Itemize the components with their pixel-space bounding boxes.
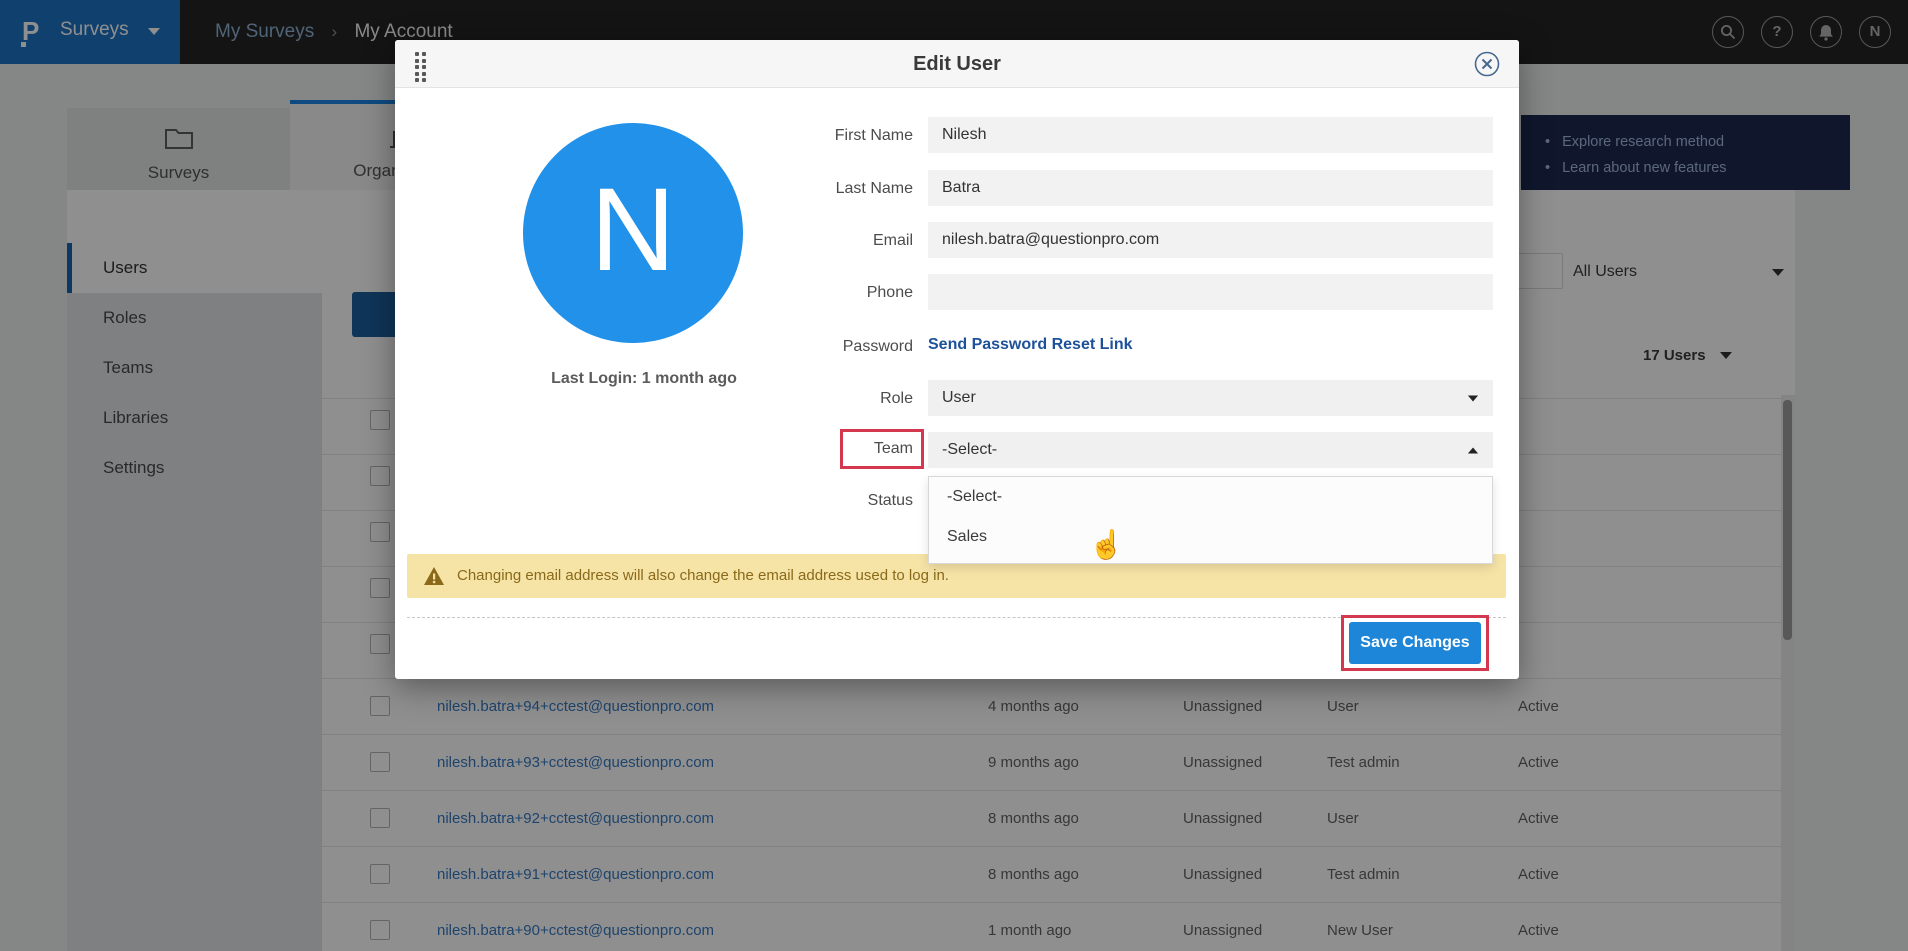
team-select[interactable]: -Select-	[928, 432, 1493, 468]
edit-user-modal: Edit User N Last Login: 1 month ago Firs…	[395, 40, 1519, 679]
warning-text: Changing email address will also change …	[457, 567, 949, 584]
chevron-down-icon	[1468, 396, 1478, 402]
last-name-field[interactable]	[928, 170, 1493, 206]
save-changes-button[interactable]: Save Changes	[1349, 622, 1481, 664]
last-login-text: Last Login: 1 month ago	[494, 370, 794, 388]
drag-handle-icon[interactable]	[415, 52, 426, 82]
email-label: Email	[713, 232, 913, 250]
close-icon[interactable]	[1473, 50, 1501, 78]
email-field[interactable]	[928, 222, 1493, 258]
modal-title: Edit User	[395, 40, 1519, 88]
role-select[interactable]: User	[928, 380, 1493, 416]
first-name-label: First Name	[713, 127, 913, 145]
warning-icon	[423, 566, 445, 586]
password-label: Password	[713, 338, 913, 356]
mouse-cursor-icon: ☝	[1089, 528, 1124, 561]
user-avatar: N	[523, 123, 743, 343]
screen: P Surveys My Surveys › My Account ? N Su…	[0, 0, 1908, 951]
send-password-reset-link[interactable]: Send Password Reset Link	[928, 336, 1133, 354]
team-value: -Select-	[942, 441, 997, 458]
team-label: Team	[874, 440, 913, 457]
team-dropdown-menu: -Select- Sales	[928, 476, 1493, 564]
status-label: Status	[713, 492, 913, 510]
modal-header: Edit User	[395, 40, 1519, 88]
role-label: Role	[713, 390, 913, 408]
first-name-field[interactable]	[928, 117, 1493, 153]
team-label-highlight: Team	[840, 429, 924, 469]
role-value: User	[942, 389, 976, 406]
last-name-label: Last Name	[713, 180, 913, 198]
phone-label: Phone	[713, 284, 913, 302]
phone-field[interactable]	[928, 274, 1493, 310]
team-option-sales[interactable]: Sales	[929, 517, 1492, 557]
team-option-select[interactable]: -Select-	[929, 477, 1492, 517]
chevron-up-icon	[1468, 448, 1478, 454]
